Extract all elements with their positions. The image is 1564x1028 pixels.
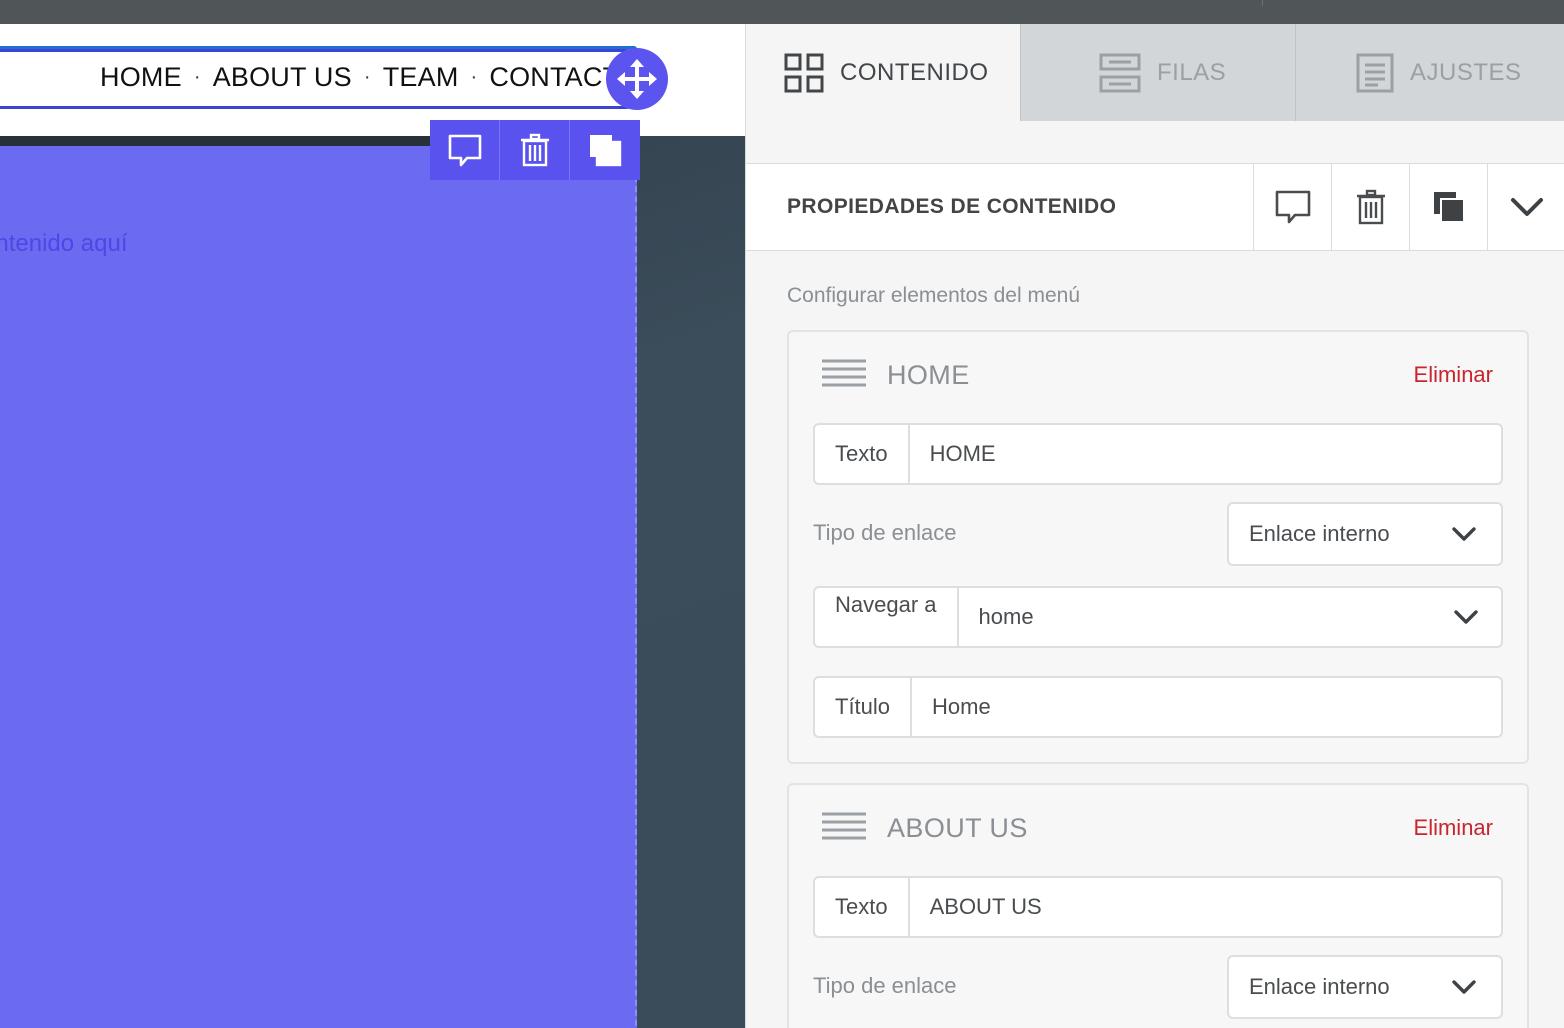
menu-clip: HOME · ABOUT US · TEAM · CONTACT (0, 54, 612, 104)
content-drop-area[interactable] (0, 146, 637, 1028)
menu-preview-item[interactable]: ABOUT US (213, 62, 352, 93)
menu-item-card: HOME Eliminar Texto HOME Tipo de enlace … (787, 330, 1529, 764)
text-input[interactable]: HOME (910, 425, 1501, 483)
block-action-bar (430, 120, 640, 180)
chevron-down-icon (1454, 610, 1478, 624)
properties-actions (1253, 164, 1564, 250)
menu-separator: · (193, 65, 201, 88)
menu-preview-item[interactable]: HOME (100, 62, 182, 93)
menu-item-card: ABOUT US Eliminar Texto ABOUT US Tipo de… (787, 783, 1529, 1028)
tab-ajustes[interactable]: AJUSTES (1295, 24, 1564, 121)
menu-preview-item[interactable]: CONTACT (489, 62, 612, 93)
menu-preview[interactable]: HOME · ABOUT US · TEAM · CONTACT (100, 62, 612, 92)
menu-preview-item[interactable]: TEAM (383, 62, 459, 93)
title-field-label: Título (815, 678, 913, 736)
navigate-select[interactable]: home (959, 588, 1501, 646)
menu-separator: · (363, 65, 371, 88)
menu-separator: · (470, 65, 478, 88)
link-type-select[interactable]: Enlace interno (1227, 502, 1503, 566)
link-type-select[interactable]: Enlace interno (1227, 955, 1503, 1019)
top-bar-divider (1262, 0, 1263, 6)
remove-item-link[interactable]: Eliminar (1414, 362, 1493, 388)
text-field: Texto HOME (813, 423, 1503, 485)
chevron-down-icon (1452, 527, 1476, 541)
navigate-label: Navegar a (815, 588, 959, 646)
menu-item-title: HOME (887, 360, 970, 390)
chevron-down-icon (1452, 980, 1476, 994)
title-field: Título Home (813, 676, 1503, 738)
menu-item-header: ABOUT US Eliminar (789, 785, 1527, 875)
text-field: Texto ABOUT US (813, 876, 1503, 938)
tab-label: AJUSTES (1410, 58, 1522, 86)
panel-tabs: CONTENIDO FILAS AJUSTES (746, 24, 1564, 121)
tab-filas[interactable]: FILAS (1020, 24, 1295, 121)
navigate-field: Navegar a home (813, 586, 1503, 648)
link-type-label: Tipo de enlace (813, 973, 957, 998)
tab-label: FILAS (1157, 58, 1227, 86)
drag-handle-icon[interactable] (822, 358, 866, 390)
collapse-button[interactable] (1487, 164, 1564, 250)
remove-item-link[interactable]: Eliminar (1414, 815, 1493, 841)
chevron-down-icon (1510, 198, 1543, 216)
tab-label: CONTENIDO (840, 58, 989, 86)
duplicate-icon (1433, 192, 1465, 223)
grid-icon (784, 53, 824, 92)
settings-doc-icon (1356, 53, 1394, 92)
navigate-value: home (978, 604, 1034, 629)
properties-header: PROPIEDADES DE CONTENIDO (746, 163, 1564, 251)
title-input[interactable]: Home (912, 678, 1501, 736)
trash-icon (1356, 189, 1385, 225)
move-arrows-icon (617, 59, 657, 99)
rows-icon (1099, 53, 1141, 92)
drag-handle-icon[interactable] (822, 811, 866, 843)
comment-icon (1275, 190, 1310, 224)
text-field-label: Texto (815, 878, 910, 936)
menu-item-title: ABOUT US (887, 813, 1028, 843)
properties-title: PROPIEDADES DE CONTENIDO (787, 195, 1117, 218)
text-input[interactable]: ABOUT US (910, 878, 1501, 936)
link-type-label: Tipo de enlace (813, 520, 957, 545)
duplicate-icon (590, 135, 622, 167)
properties-panel: CONTENIDO FILAS AJUSTES PROPIEDADES DE C… (745, 24, 1564, 1028)
trash-icon (520, 133, 549, 167)
config-menu-label: Configurar elementos del menú (787, 284, 1080, 307)
duplicate-button[interactable] (570, 120, 640, 180)
comment-button[interactable] (430, 120, 500, 180)
panel-duplicate-button[interactable] (1409, 164, 1487, 250)
move-handle[interactable] (606, 48, 668, 110)
editor-canvas: HOME · ABOUT US · TEAM · CONTACT Arrastr… (0, 24, 745, 1028)
link-type-value: Enlace interno (1249, 521, 1390, 546)
drop-placeholder-text: Arrastra contenido aquí (0, 230, 128, 257)
window-top-bar (0, 0, 1564, 24)
tab-contenido[interactable]: CONTENIDO (746, 24, 1020, 121)
link-type-value: Enlace interno (1249, 974, 1390, 999)
panel-comment-button[interactable] (1253, 164, 1331, 250)
menu-item-header: HOME Eliminar (789, 332, 1527, 422)
panel-delete-button[interactable] (1331, 164, 1409, 250)
comment-icon (448, 134, 481, 167)
text-field-label: Texto (815, 425, 910, 483)
delete-button[interactable] (500, 120, 570, 180)
